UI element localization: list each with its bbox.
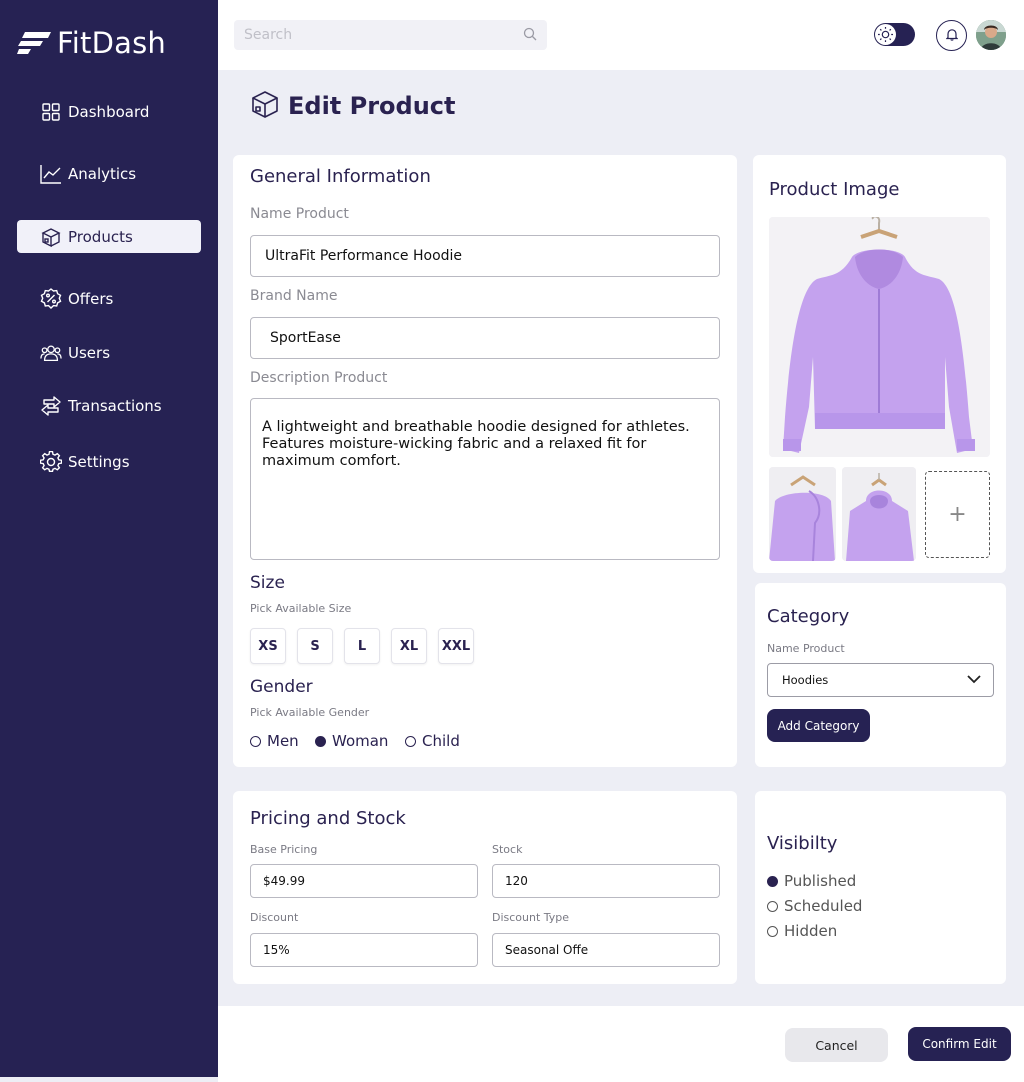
visibility-option-label: Hidden	[784, 922, 838, 940]
gender-subtitle: Pick Available Gender	[250, 706, 370, 719]
gender-title: Gender	[250, 677, 313, 697]
logo-text: FitDash	[57, 26, 166, 60]
product-thumbnail-1[interactable]	[769, 467, 836, 561]
general-information-title: General Information	[250, 166, 431, 187]
gender-option-child[interactable]: Child	[405, 732, 460, 750]
sidebar-item-dashboard[interactable]: Dashboard	[17, 95, 201, 128]
search-bar	[234, 20, 547, 50]
visibility-option-published[interactable]: Published	[767, 872, 856, 890]
category-title: Category	[767, 606, 850, 627]
sidebar-item-users[interactable]: Users	[17, 336, 201, 369]
avatar[interactable]	[976, 20, 1006, 50]
visibility-option-hidden[interactable]: Hidden	[767, 922, 837, 940]
box-icon	[40, 226, 62, 248]
sidebar-item-products[interactable]: Products	[17, 220, 201, 253]
stock-input[interactable]: 120	[492, 864, 720, 898]
sidebar-item-analytics[interactable]: Analytics	[17, 157, 201, 190]
notification-button[interactable]	[936, 20, 967, 51]
size-option-l[interactable]: L	[344, 628, 380, 664]
category-select[interactable]: Hoodies	[767, 663, 994, 697]
gender-option-label: Child	[422, 732, 460, 750]
size-option-xs[interactable]: XS	[250, 628, 286, 664]
add-category-button[interactable]: Add Category	[767, 709, 870, 742]
percent-badge-icon	[40, 287, 62, 310]
sidebar-item-label: Dashboard	[68, 102, 150, 121]
radio-button	[767, 925, 778, 937]
sidebar-item-label: Offers	[68, 289, 114, 308]
visibility-title: Visibilty	[767, 833, 838, 854]
theme-toggle[interactable]	[874, 23, 915, 46]
size-option-xl[interactable]: XL	[391, 628, 427, 664]
gender-option-label: Woman	[332, 732, 389, 750]
stock-label: Stock	[492, 843, 523, 856]
sidebar-item-offers[interactable]: Offers	[17, 282, 201, 315]
sidebar-item-transactions[interactable]: Transactions	[17, 389, 201, 422]
radio-button	[405, 735, 416, 747]
visibility-option-label: Scheduled	[784, 897, 863, 915]
product-image-title: Product Image	[769, 179, 900, 200]
discount-input[interactable]: 15%	[250, 933, 478, 967]
product-name-input[interactable]: UltraFit Performance Hoodie	[250, 235, 720, 277]
description-textarea[interactable]: A lightweight and breathable hoodie desi…	[250, 398, 720, 560]
brand-name-label: Brand Name	[250, 288, 338, 304]
size-subtitle: Pick Available Size	[250, 602, 352, 615]
product-thumbnail-2[interactable]	[842, 467, 916, 561]
pricing-stock-title: Pricing and Stock	[250, 808, 406, 829]
size-option-s[interactable]: S	[297, 628, 333, 664]
radio-button-selected	[315, 735, 326, 747]
grid-icon	[40, 101, 62, 123]
users-icon	[40, 342, 62, 364]
category-label: Name Product	[767, 642, 845, 655]
size-title: Size	[250, 573, 285, 593]
gender-option-label: Men	[267, 732, 299, 750]
sun-icon	[875, 24, 896, 45]
discount-label: Discount	[250, 911, 299, 924]
visibility-option-scheduled[interactable]: Scheduled	[767, 897, 862, 915]
gear-icon	[40, 450, 62, 473]
sidebar-item-label: Analytics	[68, 164, 137, 183]
footer-bar	[218, 1006, 1024, 1082]
add-image-button[interactable]: +	[925, 471, 990, 558]
topbar	[218, 0, 1024, 70]
sidebar-item-label: Products	[68, 227, 133, 246]
gender-option-men[interactable]: Men	[250, 732, 299, 750]
sidebar: FitDash Dashboard Analytics Products Off…	[0, 0, 218, 1077]
page-header: Edit Product	[250, 90, 456, 122]
base-pricing-input[interactable]: $49.99	[250, 864, 478, 898]
description-label: Description Product	[250, 370, 388, 386]
logo[interactable]: FitDash	[17, 26, 166, 60]
fitdash-logo-icon	[17, 32, 51, 54]
name-product-label: Name Product	[250, 206, 349, 222]
search-icon[interactable]	[523, 26, 537, 45]
radio-button	[767, 900, 778, 912]
radio-button-selected	[767, 875, 778, 887]
category-select-value: Hoodies	[782, 673, 829, 687]
gender-option-woman[interactable]: Woman	[315, 732, 388, 750]
page-title: Edit Product	[288, 92, 456, 120]
radio-button	[250, 735, 261, 747]
bell-icon	[945, 26, 958, 45]
sidebar-item-settings[interactable]: Settings	[17, 445, 201, 478]
visibility-option-label: Published	[784, 872, 857, 890]
sidebar-item-label: Transactions	[68, 396, 162, 415]
size-option-xxl[interactable]: XXL	[438, 628, 474, 664]
discount-type-input[interactable]: Seasonal Offe	[492, 933, 720, 967]
discount-type-label: Discount Type	[492, 911, 570, 924]
transfer-icon	[40, 395, 62, 417]
sidebar-item-label: Settings	[68, 452, 130, 471]
chevron-down-icon	[967, 673, 981, 687]
brand-name-input[interactable]: SportEase	[250, 317, 720, 359]
confirm-edit-button[interactable]: Confirm Edit	[908, 1027, 1011, 1061]
box-icon	[250, 90, 280, 122]
search-input[interactable]	[244, 27, 523, 43]
sidebar-item-label: Users	[68, 343, 111, 362]
base-pricing-label: Base Pricing	[250, 843, 318, 856]
cancel-button[interactable]: Cancel	[785, 1028, 888, 1062]
chart-icon	[40, 163, 62, 185]
plus-icon: +	[948, 502, 967, 527]
product-main-image[interactable]	[769, 217, 990, 457]
